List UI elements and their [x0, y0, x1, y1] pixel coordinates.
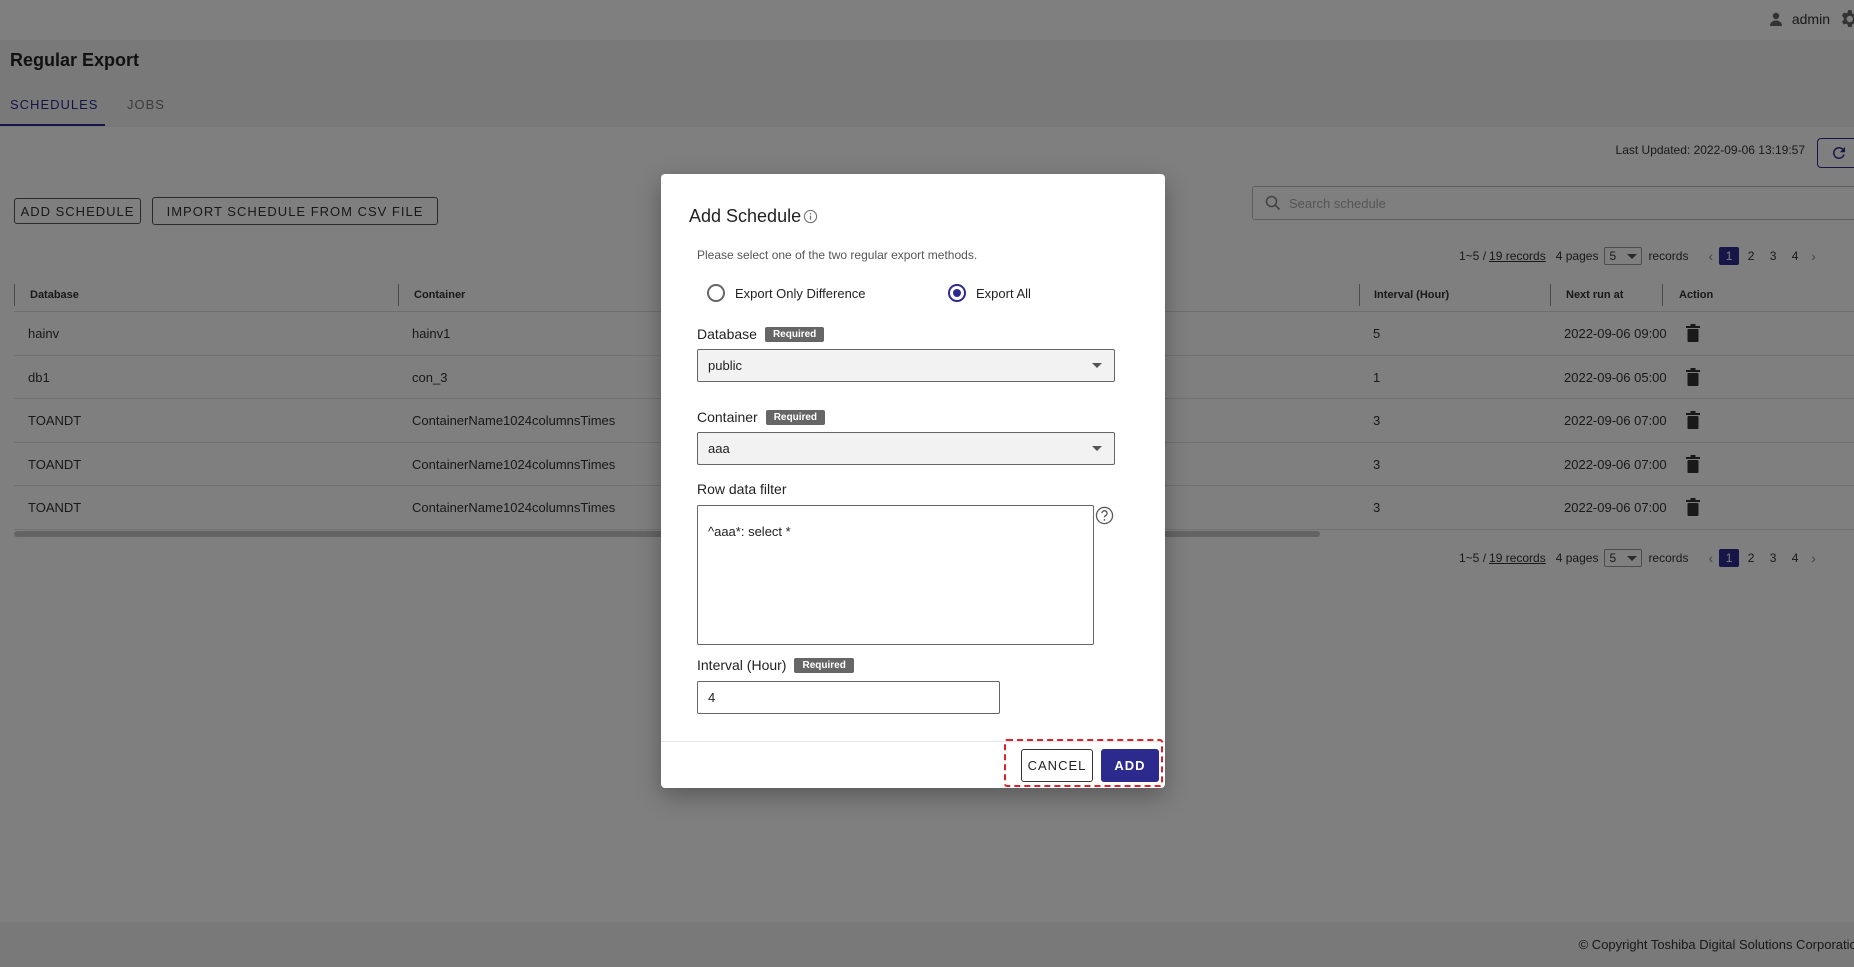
dialog-title: Add Schedule: [689, 206, 802, 226]
required-badge: Required: [764, 326, 825, 342]
database-select[interactable]: public: [697, 349, 1115, 382]
interval-input[interactable]: 4: [697, 681, 1000, 714]
chevron-down-icon: [1092, 446, 1102, 451]
row-filter-textarea[interactable]: ^aaa*: select *: [697, 505, 1094, 645]
radio-checked-icon: [948, 284, 966, 302]
container-label-text: Container: [697, 409, 758, 425]
info-icon[interactable]: [803, 209, 818, 224]
container-select[interactable]: aaa: [697, 432, 1115, 465]
add-schedule-dialog: Add Schedule Please select one of the tw…: [661, 174, 1165, 788]
interval-label: Interval (Hour) Required: [697, 657, 854, 673]
chevron-down-icon: [1092, 363, 1102, 368]
radio-unchecked-icon: [707, 284, 725, 302]
add-button[interactable]: ADD: [1101, 749, 1159, 782]
help-icon[interactable]: [1095, 506, 1114, 525]
dialog-title-row: Add Schedule: [689, 206, 818, 227]
radio-export-all[interactable]: Export All: [948, 284, 1031, 302]
container-label: Container Required: [697, 409, 826, 425]
database-label-text: Database: [697, 326, 757, 342]
radio-label: Export Only Difference: [735, 285, 866, 301]
required-badge: Required: [794, 657, 854, 673]
row-filter-label: Row data filter: [697, 481, 786, 497]
interval-label-text: Interval (Hour): [697, 657, 787, 673]
database-label: Database Required: [697, 326, 825, 342]
cancel-button[interactable]: CANCEL: [1021, 749, 1093, 782]
required-badge: Required: [765, 409, 826, 425]
database-select-value: public: [708, 358, 742, 373]
radio-label: Export All: [976, 285, 1031, 301]
row-filter-label-text: Row data filter: [697, 481, 787, 497]
radio-export-only-difference[interactable]: Export Only Difference: [707, 284, 866, 302]
container-select-value: aaa: [708, 441, 730, 456]
dialog-description: Please select one of the two regular exp…: [697, 248, 978, 262]
